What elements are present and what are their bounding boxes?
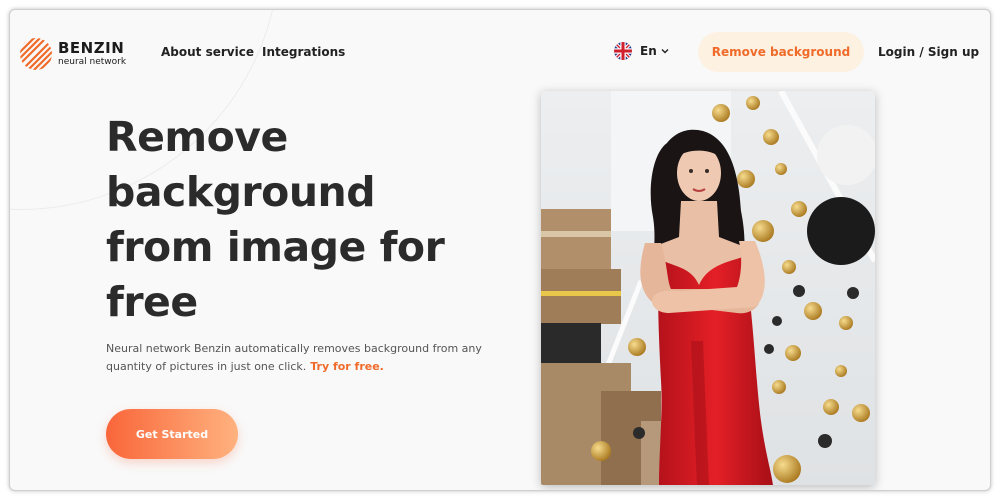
nav-integrations[interactable]: Integrations xyxy=(262,45,345,59)
chevron-down-icon xyxy=(661,49,669,54)
uk-flag-icon xyxy=(614,42,632,60)
language-label: En xyxy=(640,44,657,58)
nav-about-service[interactable]: About service xyxy=(161,45,254,59)
hero-photo xyxy=(541,91,875,485)
browser-frame: BENZIN neural network About service Inte… xyxy=(9,9,991,491)
benzin-logo-icon xyxy=(20,38,52,70)
hero-title: Remove background from image for free xyxy=(106,113,445,326)
hero-description: Neural network Benzin automatically remo… xyxy=(106,340,486,376)
login-signup-link[interactable]: Login / Sign up xyxy=(878,45,979,59)
try-for-free-link[interactable]: Try for free. xyxy=(310,360,384,373)
get-started-button[interactable]: Get Started xyxy=(106,409,238,459)
language-selector[interactable]: En xyxy=(614,42,669,60)
brand-subtitle: neural network xyxy=(58,57,127,67)
hero-description-text: Neural network Benzin automatically remo… xyxy=(106,342,482,373)
brand-name: BENZIN xyxy=(58,39,125,57)
remove-background-button[interactable]: Remove background xyxy=(698,32,864,72)
logo[interactable]: BENZIN neural network xyxy=(18,36,126,72)
hero-photo-illustration xyxy=(541,91,875,485)
